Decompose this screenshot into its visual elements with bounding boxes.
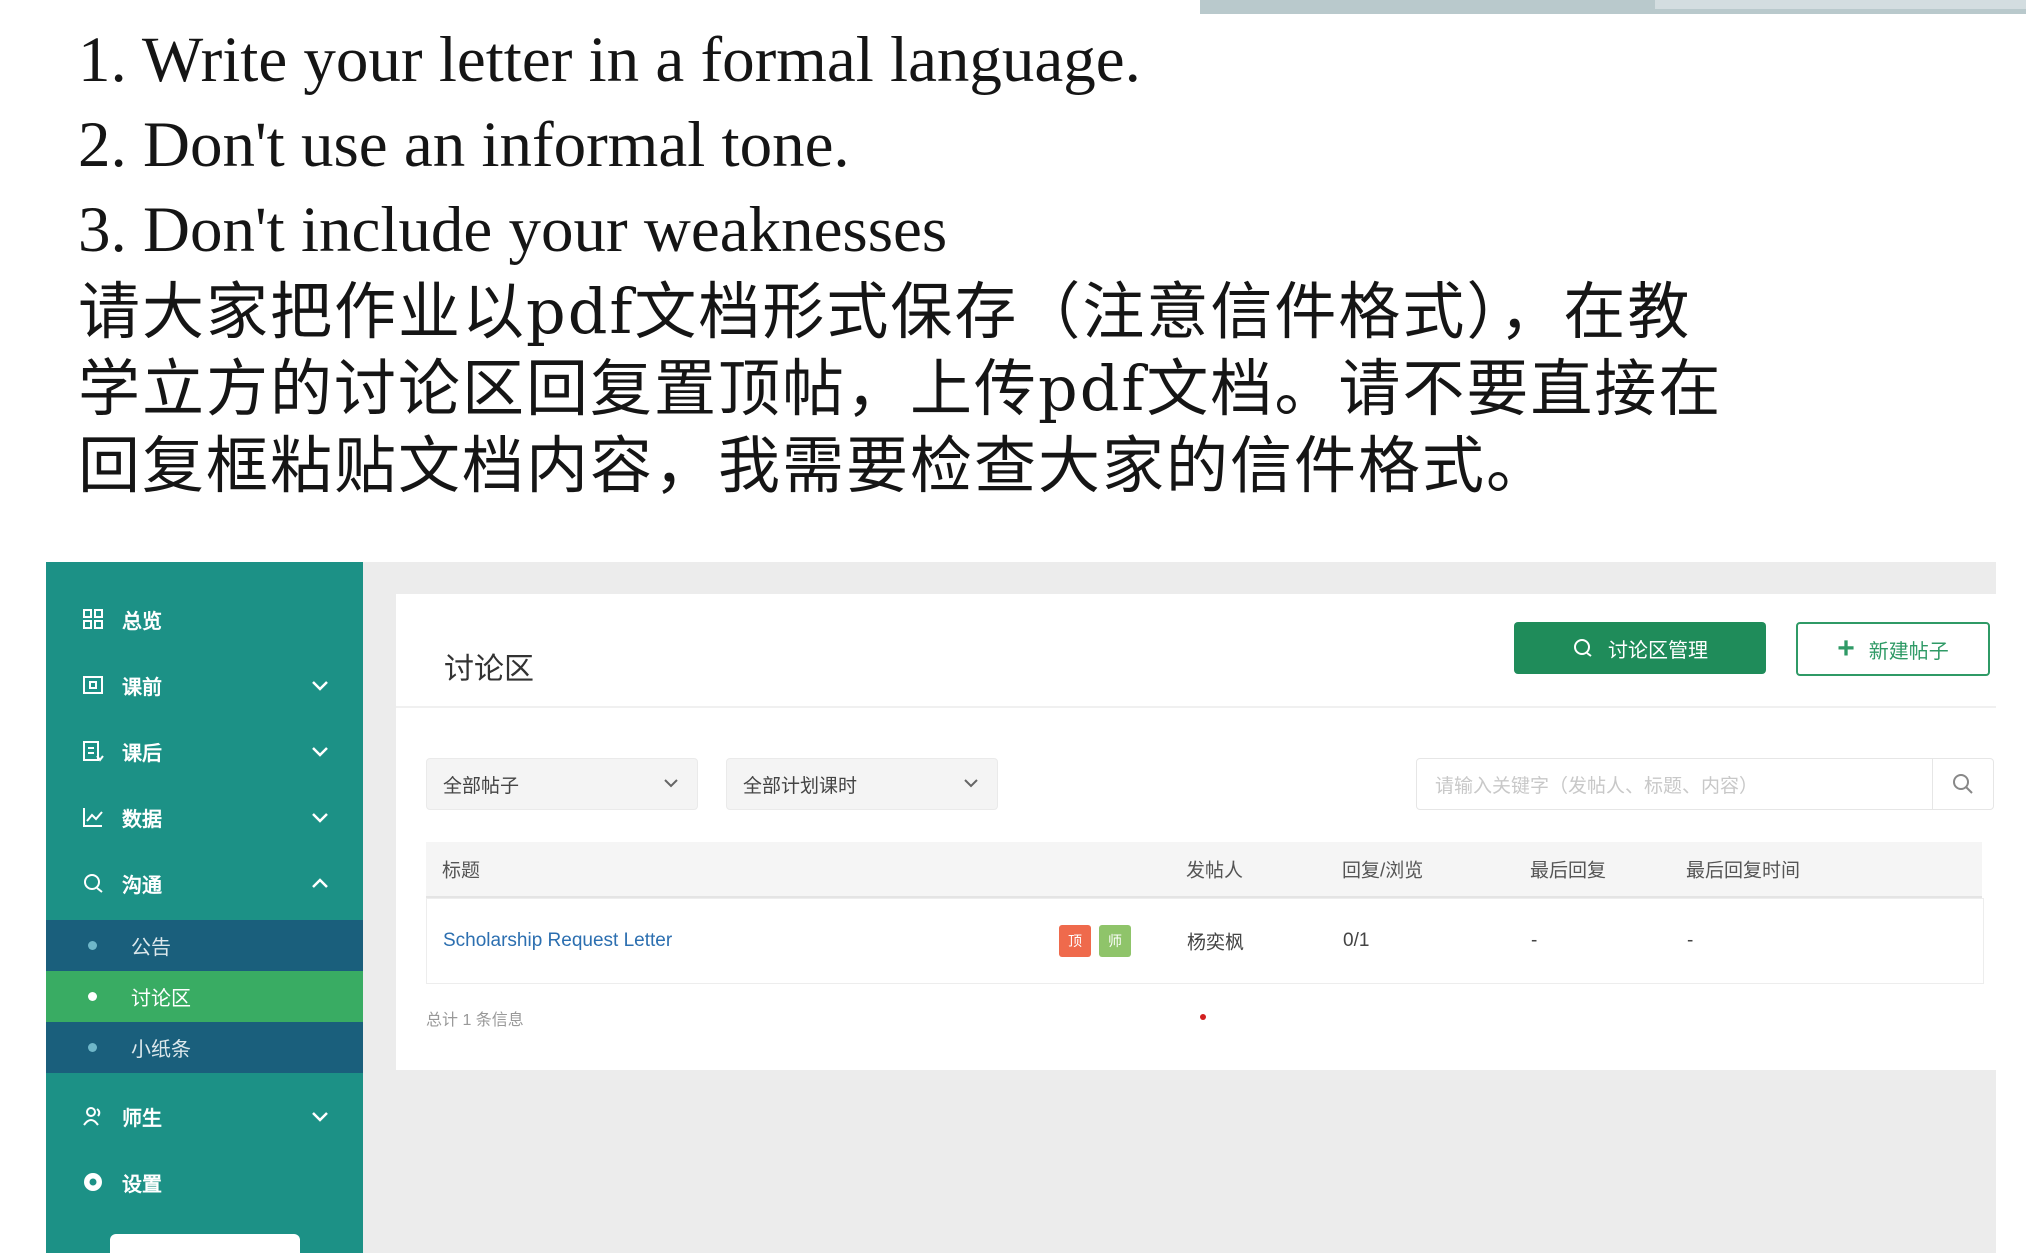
instructions-block: 1. Write your letter in a formal languag… bbox=[78, 18, 1978, 504]
chevron-down-icon bbox=[964, 779, 978, 788]
post-last-reply-time: - bbox=[1687, 930, 1694, 951]
sidebar-bottom-button[interactable] bbox=[110, 1234, 300, 1253]
sidebar-item-label: 师生 bbox=[122, 1107, 162, 1130]
sidebar-subitem-label: 小纸条 bbox=[131, 1039, 191, 1061]
top-strip-accent bbox=[1655, 0, 2026, 9]
sidebar-item-overview[interactable]: 总览 bbox=[46, 586, 363, 652]
bullet-icon bbox=[88, 992, 97, 1001]
sidebar-subitem-label: 讨论区 bbox=[131, 988, 191, 1010]
search-input[interactable]: 请输入关键字（发帖人、标题、内容） bbox=[1416, 758, 1994, 810]
sidebar-item-communication[interactable]: 沟通 bbox=[46, 850, 363, 916]
discussion-manage-button[interactable]: 讨论区管理 bbox=[1514, 622, 1766, 674]
column-replies-views: 回复/浏览 bbox=[1342, 860, 1424, 882]
discussion-panel: 讨论区 讨论区管理 + 新建帖子 全部帖子 全部计划课时 请输入关键字（发帖人、… bbox=[396, 594, 1996, 1070]
post-replies-views: 0/1 bbox=[1343, 930, 1370, 951]
search-button[interactable] bbox=[1932, 759, 1993, 809]
column-last-reply: 最后回复 bbox=[1530, 860, 1607, 882]
chinese-instruction-line-1: 请大家把作业以pdf文档形式保存（注意信件格式），在教 bbox=[78, 275, 1692, 348]
sidebar-item-label: 沟通 bbox=[122, 874, 162, 897]
total-count: 总计 1 条信息 bbox=[426, 1012, 524, 1029]
list-icon bbox=[80, 738, 106, 764]
post-author: 杨奕枫 bbox=[1187, 932, 1245, 954]
sidebar: 总览 课前 课后 数据 沟通 公告 讨论区 小纸条 师生 设置 bbox=[46, 562, 363, 1253]
new-post-label: 新建帖子 bbox=[1868, 640, 1949, 663]
chevron-down-icon bbox=[312, 681, 328, 691]
sidebar-item-people[interactable]: 师生 bbox=[46, 1083, 363, 1149]
sidebar-item-label: 数据 bbox=[122, 808, 162, 831]
bullet-icon bbox=[88, 1043, 97, 1052]
schedule-filter-select[interactable]: 全部计划课时 bbox=[726, 758, 998, 810]
discussion-manage-label: 讨论区管理 bbox=[1608, 639, 1708, 662]
pinned-tag: 顶 bbox=[1059, 925, 1091, 957]
sidebar-subitem-announcement[interactable]: 公告 bbox=[46, 920, 363, 971]
sidebar-item-label: 设置 bbox=[122, 1173, 162, 1196]
gear-icon bbox=[80, 1169, 106, 1195]
sidebar-item-after-class[interactable]: 课后 bbox=[46, 718, 363, 784]
sidebar-item-label: 课后 bbox=[122, 742, 162, 765]
chinese-instruction-line-2: 学立方的讨论区回复置顶帖，上传pdf文档。请不要直接在 bbox=[78, 352, 1723, 425]
header-divider bbox=[396, 706, 1996, 708]
pointer-dot bbox=[1200, 1014, 1206, 1020]
app-screenshot: 总览 课前 课后 数据 沟通 公告 讨论区 小纸条 师生 设置 讨论区 讨论区管… bbox=[46, 562, 1996, 1253]
chevron-down-icon bbox=[312, 813, 328, 823]
page-title: 讨论区 bbox=[444, 653, 534, 686]
instruction-line-3: 3. Don't include your weaknesses bbox=[78, 194, 948, 266]
chevron-down-icon bbox=[312, 1112, 328, 1122]
chinese-instruction-line-3: 回复框粘贴文档内容，我需要检查大家的信件格式。 bbox=[78, 429, 1551, 502]
new-post-button[interactable]: + 新建帖子 bbox=[1796, 622, 1990, 676]
chevron-down-icon bbox=[312, 747, 328, 757]
column-title: 标题 bbox=[442, 860, 481, 882]
post-title-link[interactable]: Scholarship Request Letter bbox=[443, 930, 672, 952]
post-last-reply: - bbox=[1531, 930, 1538, 951]
sidebar-subitem-notes[interactable]: 小纸条 bbox=[46, 1022, 363, 1073]
sidebar-item-label: 总览 bbox=[122, 610, 162, 633]
instruction-line-2: 2. Don't use an informal tone. bbox=[78, 109, 850, 181]
sidebar-subitem-label: 公告 bbox=[131, 937, 171, 959]
posts-filter-value: 全部帖子 bbox=[443, 775, 520, 797]
grid-icon bbox=[80, 606, 106, 632]
chevron-up-icon bbox=[312, 878, 328, 888]
schedule-filter-value: 全部计划课时 bbox=[743, 775, 858, 797]
search-icon bbox=[1953, 774, 1973, 794]
bullet-icon bbox=[88, 941, 97, 950]
sidebar-item-label: 课前 bbox=[122, 676, 162, 699]
chart-icon bbox=[80, 804, 106, 830]
sidebar-item-settings[interactable]: 设置 bbox=[46, 1149, 363, 1215]
column-author: 发帖人 bbox=[1186, 860, 1244, 882]
table-header: 标题 发帖人 回复/浏览 最后回复 最后回复时间 bbox=[426, 842, 1982, 898]
instruction-line-1: 1. Write your letter in a formal languag… bbox=[78, 24, 1141, 96]
posts-filter-select[interactable]: 全部帖子 bbox=[426, 758, 698, 810]
teacher-tag: 师 bbox=[1099, 925, 1131, 957]
plus-icon: + bbox=[1837, 632, 1855, 665]
sidebar-item-data[interactable]: 数据 bbox=[46, 784, 363, 850]
sidebar-item-before-class[interactable]: 课前 bbox=[46, 652, 363, 718]
chat-icon bbox=[80, 870, 106, 896]
chat-icon bbox=[1572, 637, 1594, 659]
calendar-icon bbox=[80, 672, 106, 698]
search-placeholder: 请输入关键字（发帖人、标题、内容） bbox=[1435, 775, 1759, 797]
table-row: Scholarship Request Letter 顶 师 杨奕枫 0/1 -… bbox=[426, 898, 1984, 984]
sidebar-subitem-discussion[interactable]: 讨论区 bbox=[46, 971, 363, 1022]
people-icon bbox=[80, 1103, 106, 1129]
chevron-down-icon bbox=[664, 779, 678, 788]
column-last-reply-time: 最后回复时间 bbox=[1686, 860, 1801, 882]
